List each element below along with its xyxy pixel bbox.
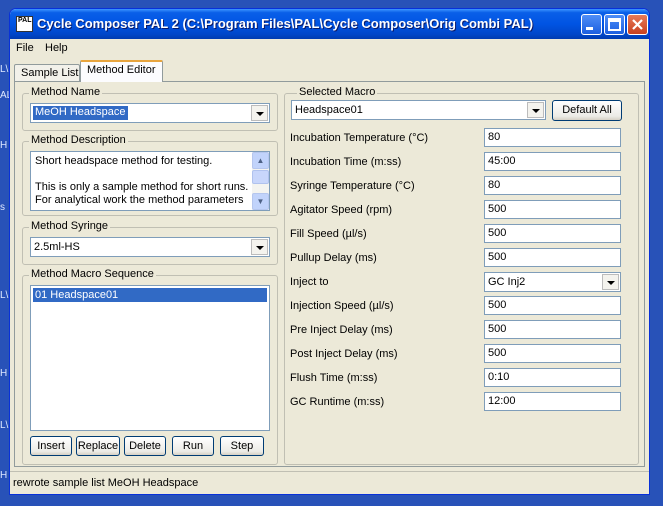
method-syringe-group: Method Syringe 2.5ml-HS bbox=[22, 220, 278, 265]
title-bar[interactable]: PAL Cycle Composer PAL 2 (C:\Program Fil… bbox=[10, 9, 649, 39]
pal-app-icon: PAL bbox=[16, 16, 33, 32]
param-label: Pullup Delay (ms) bbox=[290, 252, 377, 264]
param-input[interactable]: 500 bbox=[484, 344, 621, 363]
chevron-down-icon[interactable] bbox=[251, 105, 268, 121]
delete-button[interactable]: Delete bbox=[124, 436, 166, 456]
param-label: Incubation Time (m:ss) bbox=[290, 156, 402, 168]
param-input[interactable]: 0:10 bbox=[484, 368, 621, 387]
param-input[interactable]: 45:00 bbox=[484, 152, 621, 171]
chevron-down-icon[interactable] bbox=[251, 239, 268, 255]
param-label: Agitator Speed (rpm) bbox=[290, 204, 393, 216]
param-label: Syringe Temperature (°C) bbox=[290, 180, 415, 192]
method-description-textarea[interactable]: Short headspace method for testing. This… bbox=[30, 151, 270, 211]
step-button[interactable]: Step bbox=[220, 436, 264, 456]
desktop-text-fragment: H bbox=[0, 140, 8, 151]
minimize-icon bbox=[586, 27, 593, 30]
method-name-value: MeOH Headspace bbox=[33, 106, 128, 120]
description-line: This is only a sample method for short r… bbox=[35, 181, 249, 193]
scroll-up-icon[interactable]: ▲ bbox=[252, 152, 269, 169]
selected-macro-combo[interactable]: Headspace01 bbox=[291, 100, 546, 120]
param-label: Post Inject Delay (ms) bbox=[290, 348, 398, 360]
list-item[interactable]: 01 Headspace01 bbox=[33, 288, 267, 302]
desktop-text-fragment: H bbox=[0, 470, 8, 481]
description-line: Short headspace method for testing. bbox=[35, 155, 213, 167]
param-input[interactable]: 500 bbox=[484, 224, 621, 243]
inject-to-combo[interactable]: GC Inj2 bbox=[484, 272, 621, 292]
method-description-label: Method Description bbox=[29, 134, 128, 146]
replace-button[interactable]: Replace bbox=[76, 436, 120, 456]
method-description-group: Method Description Short headspace metho… bbox=[22, 134, 278, 216]
method-name-group: Method Name MeOH Headspace bbox=[22, 86, 278, 131]
default-all-button[interactable]: Default All bbox=[552, 100, 622, 121]
app-window: PAL Cycle Composer PAL 2 (C:\Program Fil… bbox=[9, 8, 650, 495]
method-syringe-label: Method Syringe bbox=[29, 220, 111, 232]
scroll-down-icon[interactable]: ▼ bbox=[252, 193, 269, 210]
description-scrollbar[interactable]: ▲ ▼ bbox=[252, 152, 269, 210]
param-label: Incubation Temperature (°C) bbox=[290, 132, 429, 144]
desktop-text-fragment: L\ bbox=[0, 420, 9, 431]
tab-method-editor[interactable]: Method Editor bbox=[80, 60, 163, 82]
minimize-button[interactable] bbox=[581, 14, 602, 35]
param-label: Fill Speed (µl/s) bbox=[290, 228, 367, 240]
method-name-label: Method Name bbox=[29, 86, 103, 98]
menu-file[interactable]: File bbox=[16, 42, 34, 54]
param-input[interactable]: 500 bbox=[484, 248, 621, 267]
description-line: For analytical work the method parameter… bbox=[35, 194, 244, 206]
method-syringe-value: 2.5ml-HS bbox=[34, 241, 80, 253]
param-input[interactable]: 80 bbox=[484, 176, 621, 195]
chevron-down-icon[interactable] bbox=[527, 102, 544, 118]
window-title: Cycle Composer PAL 2 (C:\Program Files\P… bbox=[37, 16, 534, 31]
maximize-button[interactable] bbox=[604, 14, 625, 35]
selected-macro-value: Headspace01 bbox=[295, 104, 363, 116]
scroll-thumb[interactable] bbox=[252, 170, 269, 184]
param-label: Flush Time (m:ss) bbox=[290, 372, 378, 384]
chevron-down-icon[interactable] bbox=[602, 274, 619, 290]
param-input[interactable]: 80 bbox=[484, 128, 621, 147]
maximize-icon bbox=[608, 18, 621, 31]
param-label: Injection Speed (µl/s) bbox=[290, 300, 394, 312]
param-label: Pre Inject Delay (ms) bbox=[290, 324, 393, 336]
desktop-text-fragment: s bbox=[0, 202, 5, 213]
param-value: GC Inj2 bbox=[488, 276, 526, 288]
status-bar: rewrote sample list MeOH Headspace bbox=[10, 471, 649, 494]
param-input[interactable]: 500 bbox=[484, 200, 621, 219]
param-input[interactable]: 500 bbox=[484, 296, 621, 315]
method-name-combo[interactable]: MeOH Headspace bbox=[30, 103, 270, 123]
macro-sequence-label: Method Macro Sequence bbox=[29, 268, 156, 280]
status-text: rewrote sample list MeOH Headspace bbox=[13, 477, 199, 489]
param-label: GC Runtime (m:ss) bbox=[290, 396, 385, 408]
menu-bar: File Help bbox=[10, 39, 649, 58]
run-button[interactable]: Run bbox=[172, 436, 214, 456]
menu-help[interactable]: Help bbox=[45, 42, 68, 54]
method-syringe-combo[interactable]: 2.5ml-HS bbox=[30, 237, 270, 257]
desktop-text-fragment: H bbox=[0, 368, 8, 379]
desktop-text-fragment: L\ bbox=[0, 64, 9, 75]
macro-sequence-group: Method Macro Sequence 01 Headspace01 Ins… bbox=[22, 268, 278, 465]
param-input[interactable]: 500 bbox=[484, 320, 621, 339]
close-icon bbox=[632, 19, 643, 30]
selected-macro-label: Selected Macro bbox=[297, 86, 378, 98]
tab-sample-list[interactable]: Sample List bbox=[14, 64, 80, 82]
method-editor-panel: Method Name MeOH Headspace Method Descri… bbox=[14, 81, 645, 467]
close-button[interactable] bbox=[627, 14, 648, 35]
macro-sequence-list[interactable]: 01 Headspace01 bbox=[30, 285, 270, 431]
insert-button[interactable]: Insert bbox=[30, 436, 72, 456]
param-input[interactable]: 12:00 bbox=[484, 392, 621, 411]
param-label: Inject to bbox=[290, 276, 329, 288]
desktop-text-fragment: L\ bbox=[0, 290, 9, 301]
